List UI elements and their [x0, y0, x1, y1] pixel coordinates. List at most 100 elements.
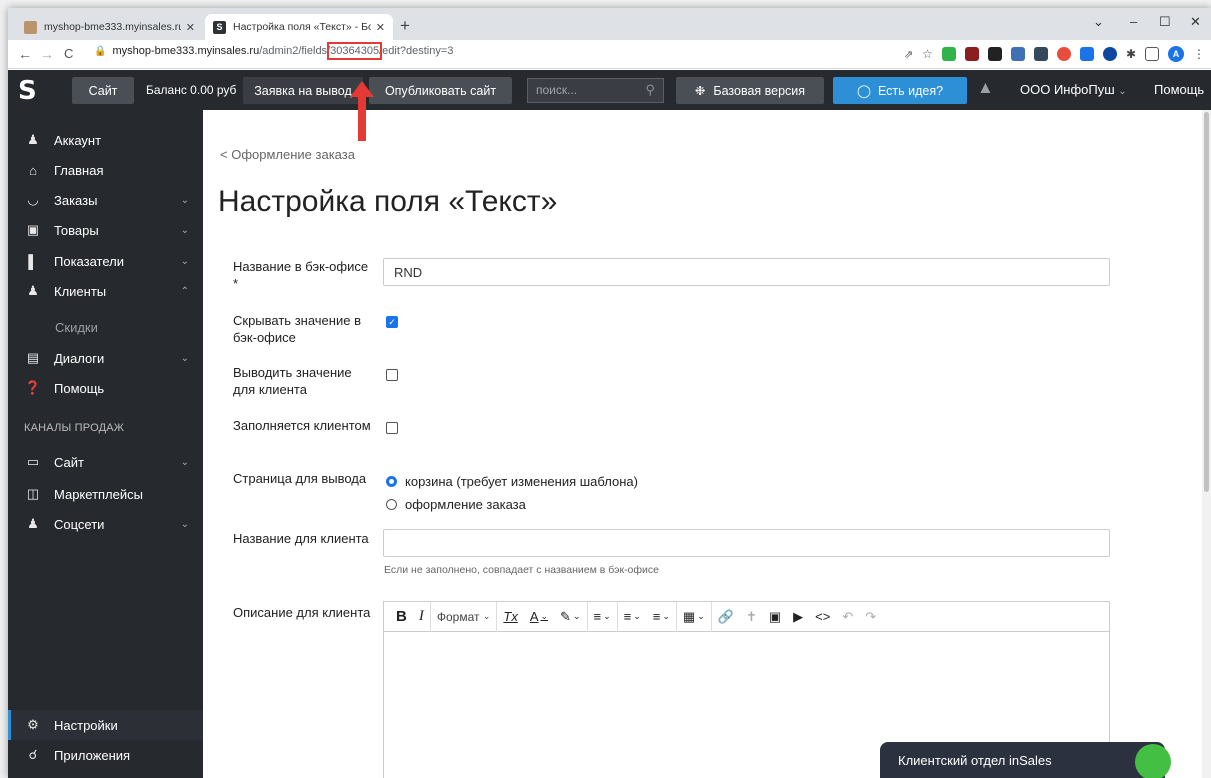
- align-icon: ≡: [593, 609, 602, 624]
- sidebar-item-label: Главная: [54, 162, 104, 178]
- extension-icon[interactable]: [1010, 47, 1025, 61]
- insales-logo-icon[interactable]: S: [18, 76, 37, 106]
- extension-icon[interactable]: [1033, 47, 1048, 61]
- table-button[interactable]: ▦ ⌄: [677, 601, 712, 632]
- numbered-list-button[interactable]: ≡ ⌄: [647, 601, 677, 632]
- balance-text[interactable]: Баланс 0.00 руб: [146, 83, 236, 97]
- radio-selected[interactable]: [386, 476, 397, 487]
- back-button[interactable]: ←: [18, 46, 32, 62]
- monitor-icon: ▭: [26, 454, 40, 469]
- sidebar-item-clients[interactable]: ♟ Клиенты ⌃: [8, 276, 203, 306]
- italic-button[interactable]: I: [413, 601, 431, 632]
- idea-button[interactable]: ◯ Есть идея?: [833, 77, 967, 104]
- insales-favicon-icon: S: [213, 20, 226, 34]
- side-panel-icon[interactable]: [1145, 47, 1159, 61]
- align-button[interactable]: ≡ ⌄: [588, 601, 618, 632]
- puzzle-icon[interactable]: ✱: [1126, 47, 1136, 61]
- bullet-list-button[interactable]: ≡ ⌄: [618, 602, 647, 632]
- sidebar-item-apps[interactable]: ☌ Приложения: [8, 740, 203, 770]
- filled-by-client-checkbox[interactable]: [386, 422, 398, 434]
- undo-button[interactable]: ↶: [836, 602, 859, 632]
- forward-button[interactable]: →: [40, 46, 54, 62]
- sidebar-item-account[interactable]: ♟ Аккаунт: [8, 125, 203, 155]
- site-button[interactable]: Сайт: [72, 77, 134, 104]
- sidebar-item-site[interactable]: ▭ Сайт ⌄: [8, 447, 203, 477]
- page-option-checkout[interactable]: оформление заказа: [386, 497, 526, 512]
- search-icon[interactable]: ⚲: [645, 82, 655, 98]
- scrollbar-thumb[interactable]: [1204, 112, 1209, 492]
- extension-icon[interactable]: [1079, 47, 1094, 61]
- minimize-button[interactable]: –: [1130, 14, 1137, 29]
- extension-icon[interactable]: [1056, 47, 1071, 61]
- main-content: < Оформление заказа Настройка поля «Текс…: [203, 110, 1211, 778]
- share-icon[interactable]: ⇗: [904, 48, 913, 61]
- backoffice-name-input[interactable]: RND: [383, 258, 1110, 286]
- search-input[interactable]: поиск... ⚲: [527, 78, 664, 103]
- redo-icon: ↷: [865, 608, 877, 624]
- plan-button[interactable]: ❉ Базовая версия: [676, 77, 824, 104]
- sidebar-item-orders[interactable]: ◡ Заказы ⌄: [8, 185, 203, 215]
- sidebar-item-home[interactable]: ⌂ Главная: [8, 155, 203, 185]
- browser-window: myshop-bme333.myinsales.ru/ad ✕ S Настро…: [8, 8, 1211, 778]
- sidebar-item-products[interactable]: ▣ Товары ⌄: [8, 215, 203, 245]
- sidebar-item-discounts[interactable]: Скидки: [8, 312, 203, 342]
- address-bar[interactable]: 🔒 myshop-bme333.myinsales.ru/admin2/field…: [94, 42, 453, 60]
- browser-toolbar: ← → C 🔒 myshop-bme333.myinsales.ru/admin2…: [8, 40, 1211, 69]
- new-tab-button[interactable]: +: [400, 16, 410, 36]
- redo-button[interactable]: ↷: [859, 602, 882, 632]
- reload-button[interactable]: C: [64, 46, 73, 61]
- extension-icon[interactable]: [987, 47, 1002, 61]
- sidebar-item-dialogs[interactable]: ▤ Диалоги ⌄: [8, 343, 203, 373]
- gear-icon: ⚙: [27, 717, 39, 732]
- sidebar-item-stats[interactable]: ▌ Показатели ⌄: [8, 246, 203, 276]
- chevron-down-icon: ⌄: [180, 456, 189, 468]
- star-icon[interactable]: ☆: [922, 47, 933, 61]
- image-button[interactable]: ▣: [763, 602, 787, 632]
- breadcrumb-label: Оформление заказа: [231, 147, 355, 162]
- close-tab-icon[interactable]: ✕: [376, 21, 385, 34]
- profile-avatar[interactable]: A: [1168, 46, 1184, 62]
- leaf-icon: ❉: [694, 84, 706, 98]
- sidebar-item-settings[interactable]: ⚙ Настройки: [8, 710, 203, 740]
- extension-icon[interactable]: [1102, 47, 1117, 61]
- font-color-button[interactable]: A ⌄: [524, 602, 554, 632]
- withdraw-button[interactable]: Заявка на вывод: [243, 77, 363, 104]
- page-option-cart[interactable]: корзина (требует изменения шаблона): [386, 474, 638, 489]
- client-name-input[interactable]: [383, 529, 1110, 557]
- page-scrollbar[interactable]: [1202, 110, 1211, 778]
- sidebar-item-help[interactable]: ❓ Помощь: [8, 373, 203, 403]
- bold-button[interactable]: B: [390, 602, 413, 632]
- extension-icon[interactable]: [964, 47, 979, 61]
- chat-widget[interactable]: Клиентский отдел inSales: [880, 742, 1171, 778]
- help-link[interactable]: Помощь: [1154, 82, 1204, 97]
- tab-active[interactable]: S Настройка поля «Текст» - Бону ✕: [205, 14, 393, 40]
- chat-status-icon: [1135, 744, 1171, 778]
- menu-icon[interactable]: ⋮: [1193, 47, 1205, 61]
- tab-title: Настройка поля «Текст» - Бону: [233, 21, 371, 33]
- unlink-button[interactable]: ✝: [740, 602, 763, 632]
- breadcrumb[interactable]: < Оформление заказа: [220, 147, 355, 162]
- box-icon: ▣: [26, 222, 40, 237]
- format-dropdown[interactable]: Формат ⌄: [431, 601, 498, 632]
- radio-unselected[interactable]: [386, 499, 397, 510]
- code-button[interactable]: <>: [809, 602, 836, 632]
- sidebar-item-marketplaces[interactable]: ◫ Маркетплейсы: [8, 479, 203, 509]
- video-button[interactable]: ▶: [787, 602, 809, 632]
- sidebar-item-social[interactable]: ♟ Соцсети ⌄: [8, 509, 203, 539]
- tab-search-icon[interactable]: ⌄: [1093, 14, 1104, 30]
- show-client-checkbox[interactable]: [386, 369, 398, 381]
- chevron-down-icon: ⌄: [180, 518, 189, 530]
- close-tab-icon[interactable]: ✕: [186, 21, 195, 34]
- bell-icon[interactable]: ▲: [977, 78, 994, 98]
- sidebar-item-label: Товары: [54, 222, 99, 238]
- hide-value-checkbox[interactable]: ✓: [386, 316, 398, 328]
- extension-icon[interactable]: [941, 47, 956, 61]
- company-menu[interactable]: ООО ИнфоПуш ⌄: [1020, 82, 1127, 97]
- link-button[interactable]: 🔗: [712, 602, 740, 632]
- clear-format-button[interactable]: Tx: [497, 602, 523, 632]
- maximize-button[interactable]: ☐: [1159, 14, 1171, 30]
- highlight-button[interactable]: ✎ ⌄: [554, 601, 588, 632]
- tab-inactive[interactable]: myshop-bme333.myinsales.ru/ad ✕: [16, 14, 203, 40]
- publish-site-button[interactable]: Опубликовать сайт: [369, 77, 512, 104]
- close-window-button[interactable]: ✕: [1190, 14, 1201, 30]
